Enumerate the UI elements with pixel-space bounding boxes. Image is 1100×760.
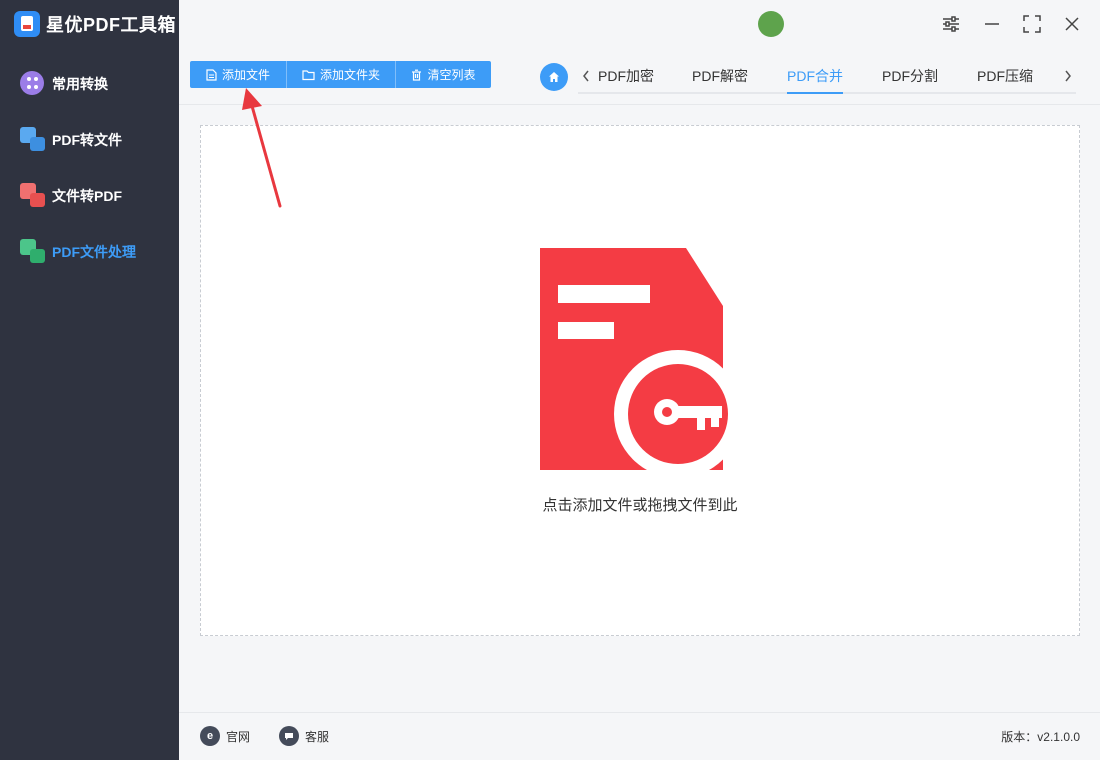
tab-pdf-decrypt[interactable]: PDF解密	[692, 66, 748, 94]
app-logo-icon	[14, 11, 40, 37]
file-icon	[206, 68, 217, 81]
clear-list-button[interactable]: 清空列表	[396, 61, 491, 88]
support-link[interactable]: 客服	[279, 725, 329, 747]
grid-dots-icon	[20, 71, 46, 97]
maximize-icon[interactable]	[1020, 12, 1044, 36]
file-toolbar: 添加文件 添加文件夹 清空列表	[190, 61, 491, 88]
drop-zone-hint: 点击添加文件或拖拽文件到此	[542, 497, 738, 514]
folder-icon	[302, 69, 315, 81]
website-link[interactable]: e 官网	[200, 725, 250, 747]
sidebar-item-label: 常用转换	[52, 76, 108, 92]
chat-bubble-icon	[279, 726, 299, 746]
sidebar-item-label: PDF转文件	[52, 132, 122, 148]
sidebar-item-file-to-pdf[interactable]: 文件转PDF	[20, 183, 122, 209]
tab-pdf-compress[interactable]: PDF压缩	[977, 66, 1033, 94]
user-name[interactable]	[791, 14, 909, 32]
home-button[interactable]	[540, 63, 568, 91]
add-file-label: 添加文件	[221, 68, 270, 82]
clear-list-label: 清空列表	[427, 68, 476, 82]
header-divider	[179, 104, 1100, 105]
support-label: 客服	[305, 729, 330, 744]
tab-bar: PDF加密 PDF解密 PDF合并 PDF分割 PDF压缩	[578, 60, 1076, 94]
app-title: 星优PDF工具箱	[46, 15, 176, 35]
chevron-right-icon[interactable]	[1060, 66, 1076, 86]
file-to-pdf-icon	[20, 183, 46, 209]
sidebar: 星优PDF工具箱 常用转换 PDF转文件 文件转PDF PDF文件处理	[0, 0, 179, 760]
website-label: 官网	[226, 729, 251, 744]
file-drop-zone[interactable]: 点击添加文件或拖拽文件到此	[200, 125, 1080, 636]
sidebar-item-common-convert[interactable]: 常用转换	[20, 71, 108, 97]
title-bar	[179, 0, 1100, 48]
add-folder-label: 添加文件夹	[319, 68, 380, 82]
brand: 星优PDF工具箱	[14, 10, 176, 38]
sidebar-item-label: PDF文件处理	[52, 244, 136, 260]
footer-divider	[179, 712, 1100, 713]
add-folder-button[interactable]: 添加文件夹	[287, 61, 396, 88]
home-icon	[549, 72, 559, 82]
settings-sliders-icon[interactable]	[939, 12, 963, 36]
sidebar-item-pdf-process[interactable]: PDF文件处理	[20, 239, 136, 265]
tab-pdf-encrypt[interactable]: PDF加密	[598, 66, 654, 94]
trash-icon	[411, 69, 422, 81]
minimize-icon[interactable]	[980, 12, 1004, 36]
chevron-left-icon[interactable]	[578, 66, 594, 86]
pdf-process-icon	[20, 239, 46, 265]
tab-pdf-merge[interactable]: PDF合并	[787, 66, 843, 94]
sidebar-item-pdf-to-file[interactable]: PDF转文件	[20, 127, 122, 153]
pdf-lock-key-icon	[540, 248, 742, 470]
close-icon[interactable]	[1060, 12, 1084, 36]
version-label: 版本：v2.1.0.0	[1001, 730, 1080, 744]
tab-pdf-split[interactable]: PDF分割	[882, 66, 938, 94]
add-file-button[interactable]: 添加文件	[190, 61, 287, 88]
browser-icon: e	[200, 726, 220, 746]
avatar[interactable]	[758, 11, 784, 37]
sidebar-item-label: 文件转PDF	[52, 188, 122, 204]
pdf-to-file-icon	[20, 127, 46, 153]
